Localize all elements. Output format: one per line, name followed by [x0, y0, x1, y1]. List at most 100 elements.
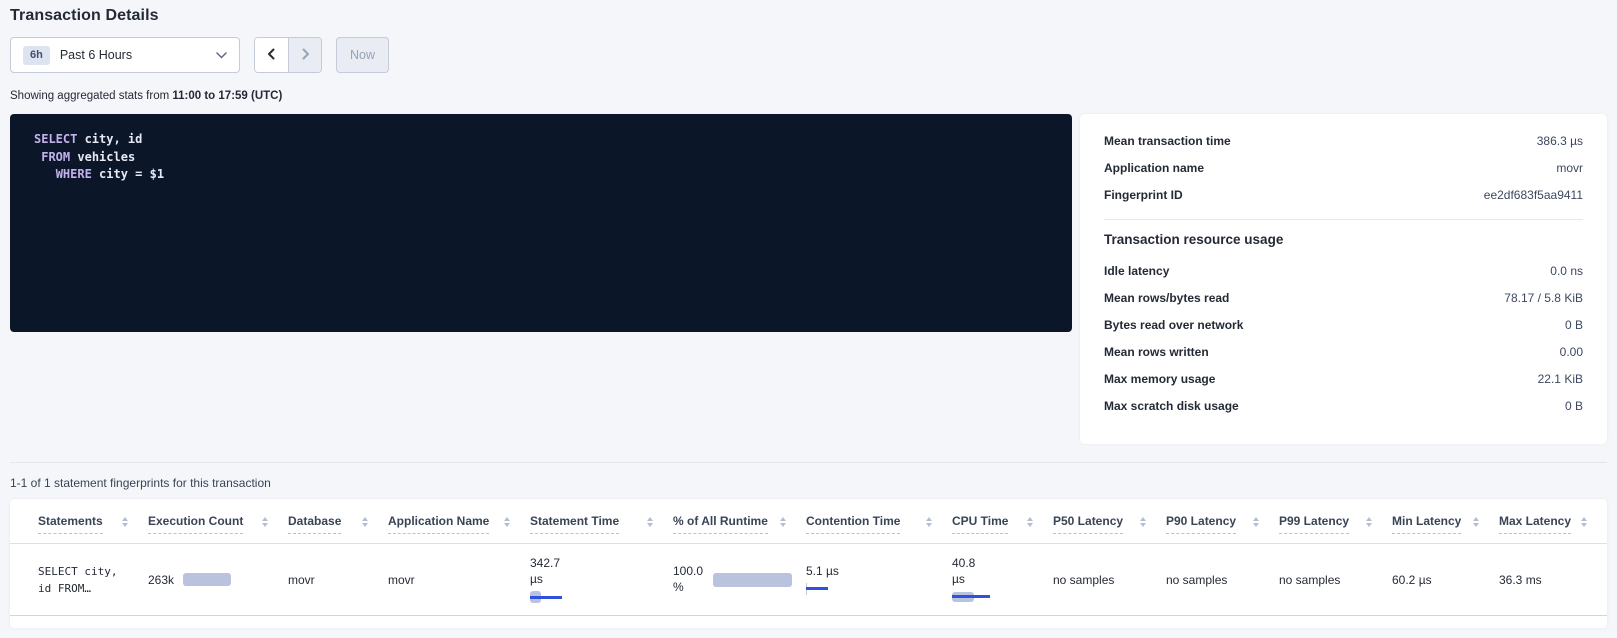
summary-label: Mean rows written: [1104, 345, 1209, 359]
statement-time-cell: 342.7 µs: [530, 556, 673, 603]
runtime-pct-text: 100.0 %: [673, 564, 703, 595]
chevron-right-icon: [299, 48, 311, 63]
sort-arrows-icon: [926, 517, 932, 527]
sort-arrows-icon: [1581, 517, 1587, 527]
transaction-sql-box: SELECT city, id FROM vehicles WHERE city…: [10, 114, 1072, 332]
column-header-database[interactable]: Database: [288, 514, 388, 534]
transaction-summary-card: Mean transaction time 386.3 µs Applicati…: [1080, 114, 1607, 444]
transaction-details-page: Transaction Details 6h Past 6 Hours Now: [0, 0, 1617, 638]
contention-time-line: [806, 587, 828, 590]
sort-arrows-icon: [504, 517, 510, 527]
summary-label: Mean transaction time: [1104, 134, 1231, 148]
summary-value: 0 B: [1565, 318, 1583, 332]
prev-interval-button[interactable]: [255, 38, 288, 72]
statement-text-line2: id FROM…: [38, 580, 134, 597]
execution-count-bar: [183, 573, 231, 586]
runtime-pct-value: 100.0: [673, 564, 703, 580]
sql-statement-text: SELECT city, id FROM vehicles WHERE city…: [34, 131, 1048, 184]
column-label: Contention Time: [806, 514, 900, 534]
summary-label: Mean rows/bytes read: [1104, 291, 1229, 305]
summary-row-max-scratch-disk: Max scratch disk usage 0 B: [1104, 392, 1583, 419]
cpu-time-unit: µs: [952, 572, 1039, 588]
p99-latency-cell: no samples: [1279, 573, 1392, 587]
min-latency-cell: 60.2 µs: [1392, 573, 1499, 587]
column-header-p99-latency[interactable]: P99 Latency: [1279, 514, 1392, 534]
column-label: Max Latency: [1499, 514, 1571, 534]
summary-value: 0.00: [1560, 345, 1583, 359]
p50-latency-cell: no samples: [1053, 573, 1166, 587]
sort-arrows-icon: [122, 517, 128, 527]
column-header-runtime-pct[interactable]: % of All Runtime: [673, 514, 806, 534]
statement-time-bar-chart: [530, 591, 580, 603]
summary-row-max-memory: Max memory usage 22.1 KiB: [1104, 365, 1583, 392]
summary-value: 386.3 µs: [1537, 134, 1583, 148]
sql-keyword: WHERE: [56, 167, 92, 181]
summary-row-rows-bytes-read: Mean rows/bytes read 78.17 / 5.8 KiB: [1104, 284, 1583, 311]
max-latency-cell: 36.3 ms: [1499, 573, 1607, 587]
time-pager: [254, 37, 322, 73]
time-interval-label: Past 6 Hours: [60, 48, 206, 62]
stats-line-prefix: Showing aggregated stats from: [10, 90, 172, 102]
sort-arrows-icon: [262, 517, 268, 527]
sort-arrows-icon: [1473, 517, 1479, 527]
column-header-application-name[interactable]: Application Name: [388, 514, 530, 534]
statement-time-value: 342.7: [530, 556, 659, 572]
summary-value: ee2df683f5aa9411: [1484, 188, 1583, 202]
sort-arrows-icon: [1366, 517, 1372, 527]
summary-divider: [1104, 219, 1583, 220]
p90-latency-cell: no samples: [1166, 573, 1279, 587]
sort-arrows-icon: [362, 517, 368, 527]
summary-row-fingerprint-id: Fingerprint ID ee2df683f5aa9411: [1104, 181, 1583, 208]
summary-value: 78.17 / 5.8 KiB: [1504, 291, 1583, 305]
column-header-max-latency[interactable]: Max Latency: [1499, 514, 1607, 534]
column-header-contention-time[interactable]: Contention Time: [806, 514, 952, 534]
time-controls: 6h Past 6 Hours Now: [10, 37, 1607, 73]
column-header-execution-count[interactable]: Execution Count: [148, 514, 288, 534]
contention-time-value: 5.1 µs: [806, 564, 938, 580]
database-cell: movr: [288, 573, 388, 587]
summary-row-application-name: Application name movr: [1104, 154, 1583, 181]
application-name-cell: movr: [388, 573, 530, 587]
runtime-pct-bar: [713, 573, 792, 587]
sql-keyword: FROM: [41, 150, 70, 164]
summary-label: Application name: [1104, 161, 1204, 175]
summary-label: Fingerprint ID: [1104, 188, 1183, 202]
runtime-pct-cell: 100.0 %: [673, 564, 806, 595]
column-header-p50-latency[interactable]: P50 Latency: [1053, 514, 1166, 534]
column-header-min-latency[interactable]: Min Latency: [1392, 514, 1499, 534]
execution-count-cell: 263k: [148, 573, 288, 587]
summary-label: Idle latency: [1104, 264, 1169, 278]
summary-label: Max scratch disk usage: [1104, 399, 1239, 413]
sql-indent: [34, 167, 56, 181]
sql-text: city, id: [77, 132, 142, 146]
now-button[interactable]: Now: [336, 37, 389, 73]
column-label: P99 Latency: [1279, 514, 1349, 534]
sql-keyword: SELECT: [34, 132, 77, 146]
column-header-p90-latency[interactable]: P90 Latency: [1166, 514, 1279, 534]
summary-row-idle-latency: Idle latency 0.0 ns: [1104, 257, 1583, 284]
cpu-time-stddev-line: [952, 595, 990, 598]
column-header-cpu-time[interactable]: CPU Time: [952, 514, 1053, 534]
stats-line-range: 11:00 to 17:59 (UTC): [172, 90, 282, 102]
chevron-down-icon: [216, 46, 227, 64]
statements-table: Statements Execution Count Database Appl…: [10, 499, 1607, 628]
column-label: Execution Count: [148, 514, 243, 534]
sql-text: city = $1: [92, 167, 164, 181]
column-label: % of All Runtime: [673, 514, 768, 534]
sql-text: vehicles: [70, 150, 135, 164]
summary-value: movr: [1556, 161, 1583, 175]
summary-value: 0 B: [1565, 399, 1583, 413]
contention-time-cell: 5.1 µs: [806, 564, 952, 596]
statement-link[interactable]: SELECT city, id FROM…: [10, 563, 148, 597]
cpu-time-cell: 40.8 µs: [952, 556, 1053, 603]
column-header-statements[interactable]: Statements: [10, 514, 148, 534]
statement-count-line: 1-1 of 1 statement fingerprints for this…: [10, 476, 1607, 490]
summary-row-rows-written: Mean rows written 0.00: [1104, 338, 1583, 365]
summary-row-bytes-over-network: Bytes read over network 0 B: [1104, 311, 1583, 338]
column-header-statement-time[interactable]: Statement Time: [530, 514, 673, 534]
sort-arrows-icon: [647, 517, 653, 527]
time-interval-badge: 6h: [23, 46, 50, 65]
next-interval-button[interactable]: [288, 38, 321, 72]
time-interval-dropdown[interactable]: 6h Past 6 Hours: [10, 37, 240, 73]
cpu-time-bar-chart: [952, 591, 1002, 603]
